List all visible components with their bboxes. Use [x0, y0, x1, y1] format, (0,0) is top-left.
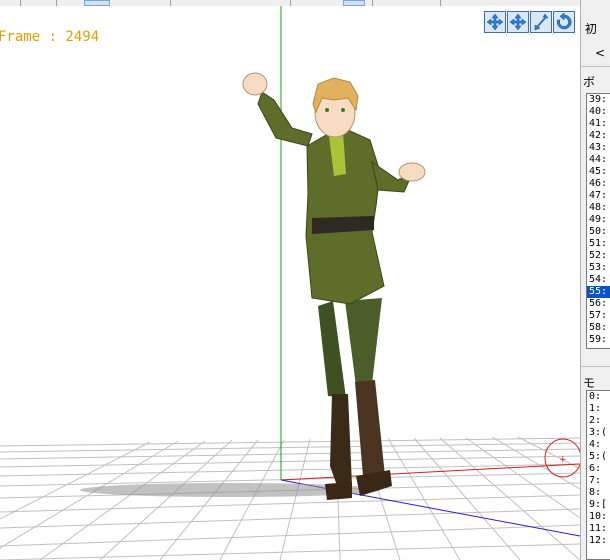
character-model[interactable] [242, 72, 426, 500]
model-list[interactable]: 0: 1: 2: 3:(4: 5:(6: 7: 8: 9:[10: 11: 12: [586, 390, 610, 560]
model-list-item[interactable]: 11: [587, 523, 610, 535]
bone-list-item[interactable]: 40: [587, 106, 610, 118]
initial-position-label: 初 [585, 22, 598, 36]
bone-list-item[interactable]: 44: [587, 154, 610, 166]
side-panel: 初 < ボ 39: 40: 41: 42: 43: 44: 45: 46: 47: 48: 49: 5… [580, 0, 610, 560]
camera-target-mark: + [559, 455, 567, 465]
bone-list-item[interactable]: 57: [587, 310, 610, 322]
view-tools [484, 11, 575, 33]
model-list-item[interactable]: 4: [587, 439, 610, 451]
move-xz-button[interactable] [507, 11, 529, 33]
model-list-item[interactable]: 12: [587, 535, 610, 547]
model-list-item[interactable]: 8: [587, 487, 610, 499]
bone-list-item[interactable]: 43: [587, 142, 610, 154]
model-list-item[interactable]: 2: [587, 415, 610, 427]
model-list-item[interactable]: 9:[ [587, 499, 610, 511]
model-list-item[interactable]: 6: [587, 463, 610, 475]
x-axis-line [280, 463, 580, 481]
scene-canvas: + [0, 6, 580, 560]
move-xz-icon [509, 13, 527, 31]
bone-list-item[interactable]: 55: [587, 286, 610, 298]
frame-counter: Frame : 2494 [0, 29, 100, 45]
bone-list-item[interactable]: 42: [587, 130, 610, 142]
bone-list-item[interactable]: 52: [587, 250, 610, 262]
move-z-button[interactable] [530, 11, 552, 33]
panel-divider [581, 366, 610, 367]
model-list-item[interactable]: 10: [587, 511, 610, 523]
model-list-item[interactable]: 1: [587, 403, 610, 415]
rotate-icon [556, 13, 572, 30]
nav-prev-button[interactable]: < [595, 46, 605, 60]
rotate-button[interactable] [553, 11, 575, 33]
model-list-item[interactable]: 7: [587, 475, 610, 487]
bone-list-item[interactable]: 50: [587, 226, 610, 238]
bone-list-item[interactable]: 48: [587, 202, 610, 214]
bone-list-item[interactable]: 59: [587, 334, 610, 346]
bone-list-item[interactable]: 58: [587, 322, 610, 334]
model-list-item[interactable]: 0: [587, 391, 610, 403]
bone-list-item[interactable]: 39: [587, 94, 610, 106]
bone-section-label: ボ [583, 75, 596, 89]
panel-divider [581, 66, 610, 67]
bone-list-item[interactable]: 47: [587, 190, 610, 202]
model-list-item[interactable]: 3:( [587, 427, 610, 439]
bone-list-item[interactable]: 51: [587, 238, 610, 250]
ground-grid [0, 436, 580, 560]
bone-list[interactable]: 39: 40: 41: 42: 43: 44: 45: 46: 47: 48: 49: 50: 51: 5… [586, 93, 610, 349]
3d-viewport[interactable]: + Frame : 2494 [0, 6, 580, 560]
bone-list-item[interactable]: 54: [587, 274, 610, 286]
model-section-label: モ [583, 376, 596, 390]
bone-list-item[interactable]: 46: [587, 178, 610, 190]
bone-list-item[interactable]: 56: [587, 298, 610, 310]
bone-list-item[interactable]: 45: [587, 166, 610, 178]
move-xy-icon [486, 13, 504, 31]
bone-list-item[interactable]: 53: [587, 262, 610, 274]
move-xy-button[interactable] [484, 11, 506, 33]
model-list-item[interactable]: 5:( [587, 451, 610, 463]
bone-list-item[interactable]: 41: [587, 118, 610, 130]
bone-list-item[interactable]: 49: [587, 214, 610, 226]
move-z-icon [534, 13, 549, 31]
